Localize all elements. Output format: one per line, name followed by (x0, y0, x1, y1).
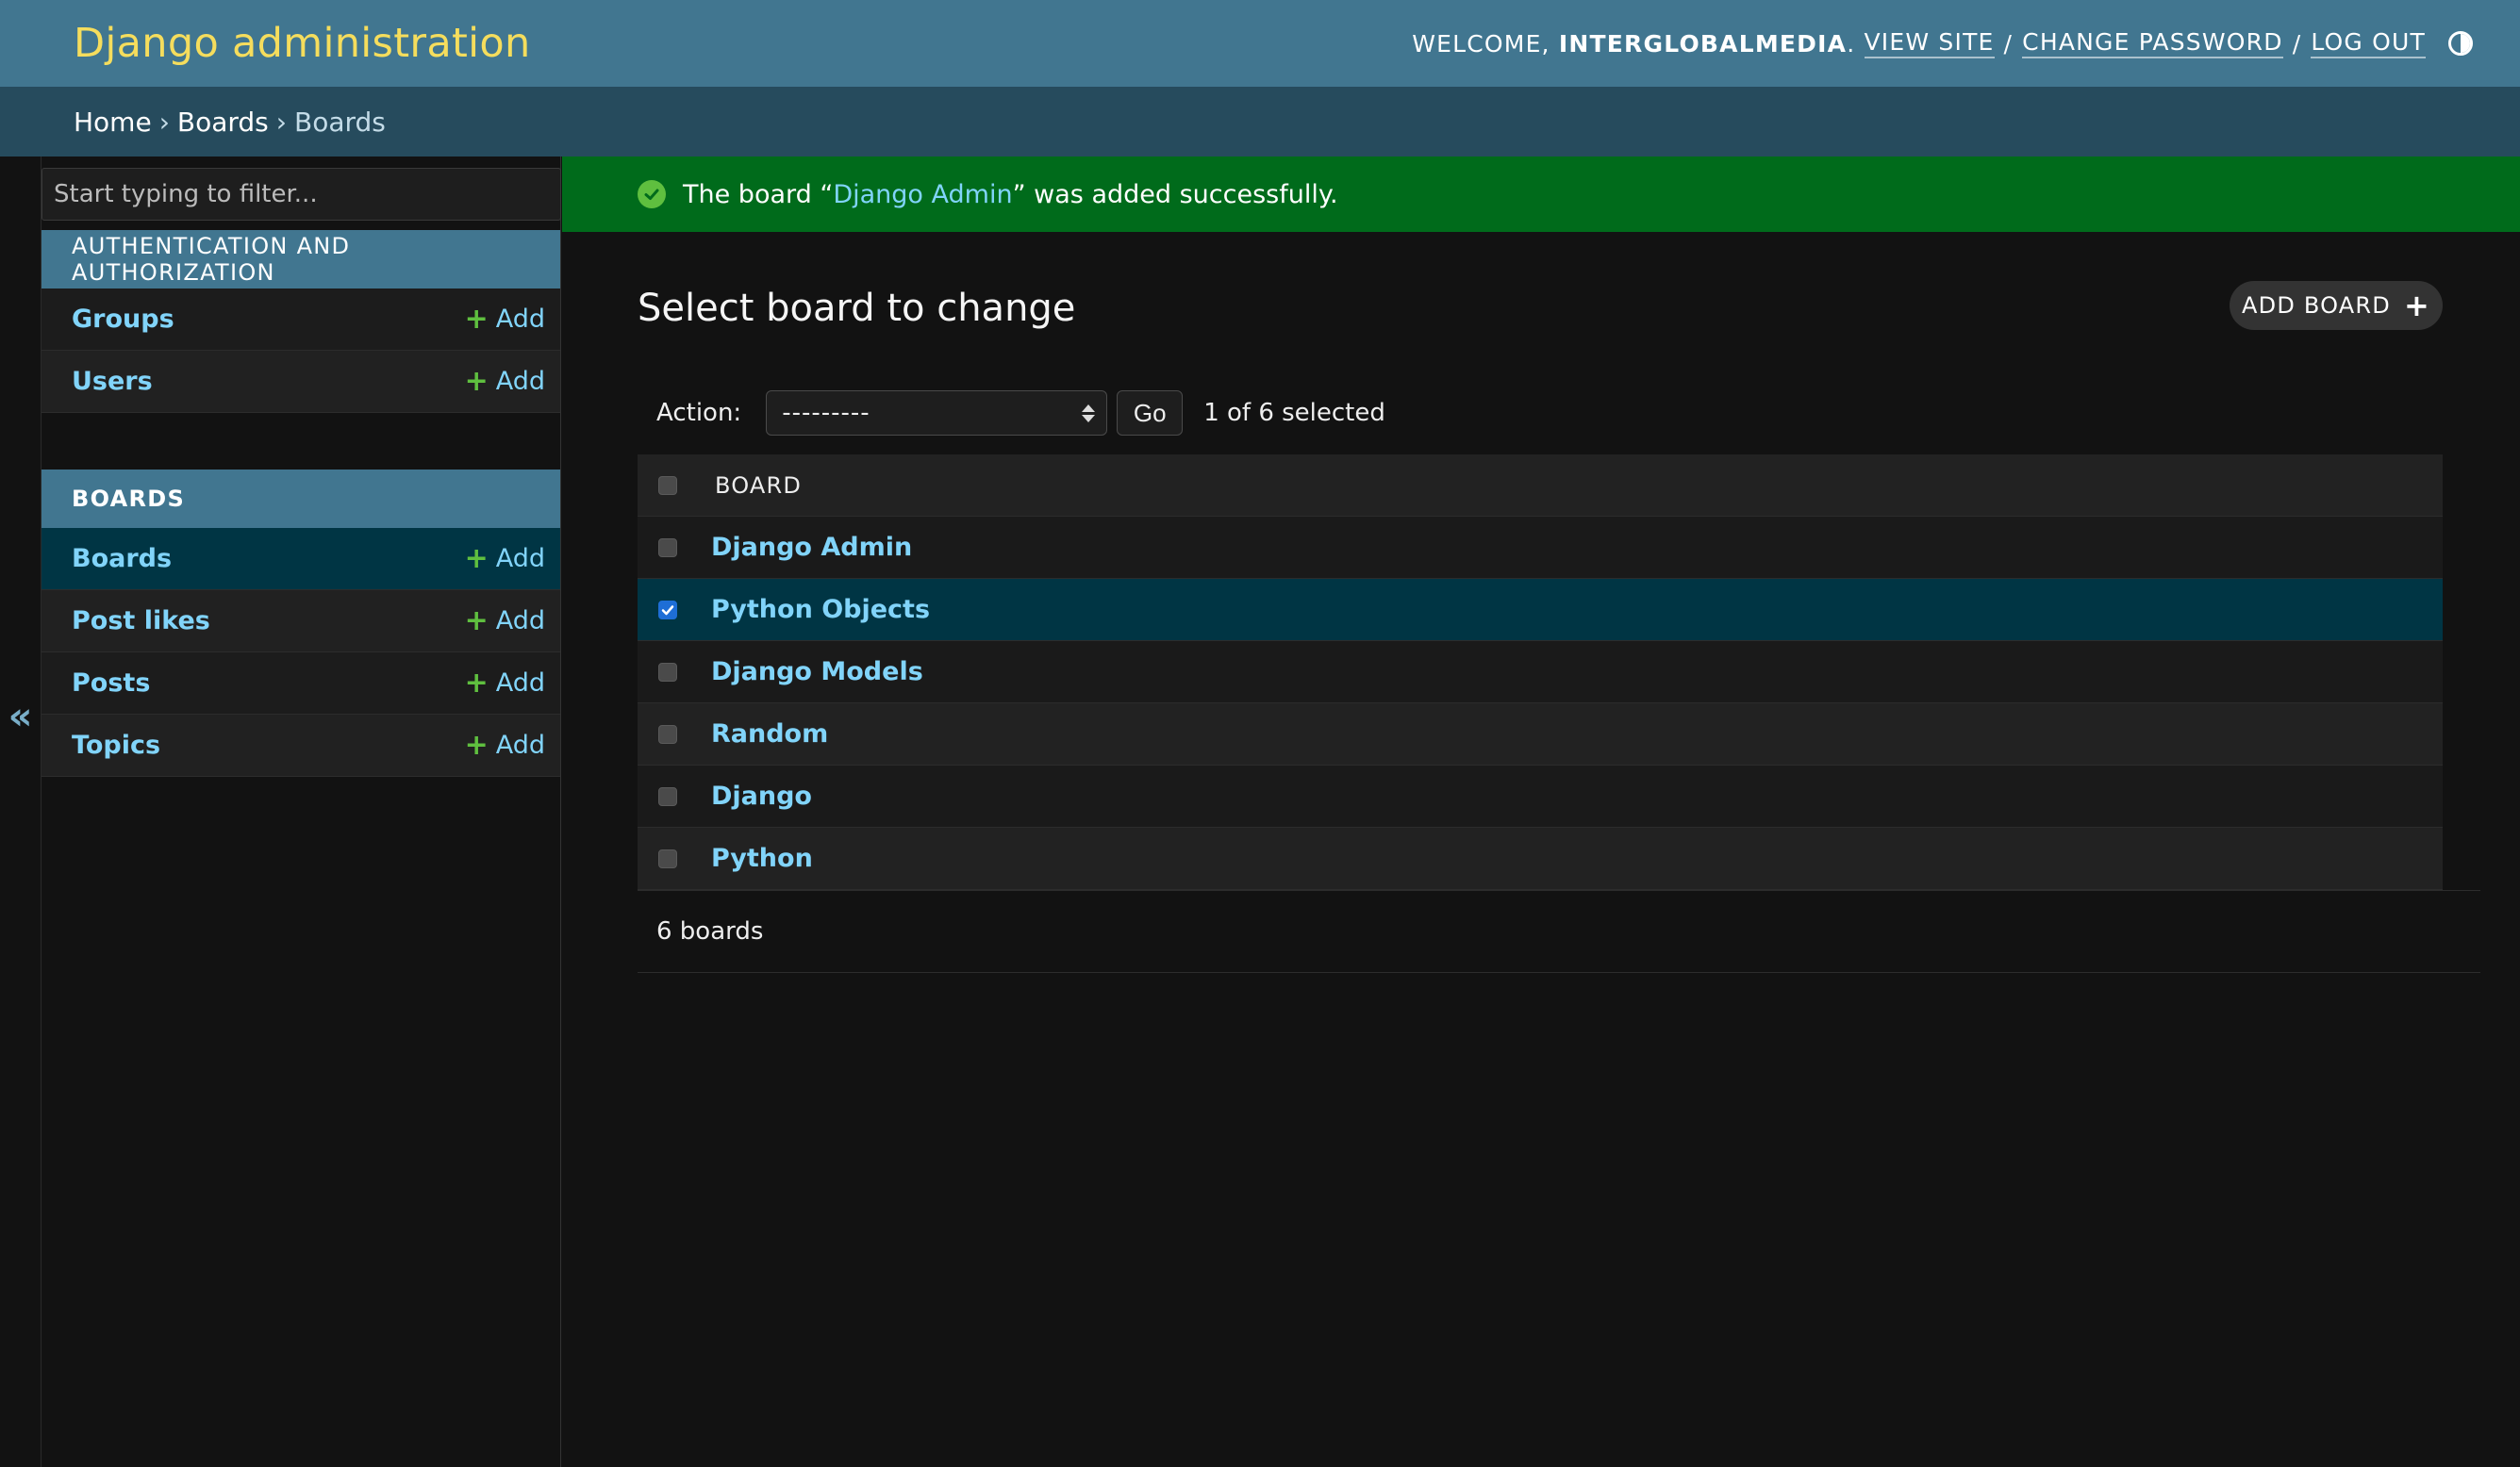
table-row: Django (638, 766, 2443, 828)
welcome-period: . (1847, 29, 1856, 58)
message-board-link[interactable]: Django Admin (833, 180, 1012, 209)
add-board-button[interactable]: Add board + (2230, 281, 2443, 330)
paginator: 6 boards (638, 890, 2480, 973)
boards-add-link[interactable]: + Add (465, 544, 545, 573)
user-tools: Welcome, interglobalmedia. View site / C… (1412, 28, 2473, 58)
sidebar-item-post-likes-link[interactable]: Post likes (72, 606, 210, 635)
module-caption-boards[interactable]: Boards (41, 470, 560, 528)
table-row: Python Objects (638, 579, 2443, 641)
sidebar-item-groups-link[interactable]: Groups (72, 305, 174, 334)
page-title: Select board to change (638, 287, 1076, 330)
row-checkbox[interactable] (658, 849, 677, 868)
posts-add-link[interactable]: + Add (465, 668, 545, 698)
table-header-row: Board (638, 454, 2443, 517)
row-checkbox[interactable] (658, 724, 677, 744)
row-link[interactable]: Django Models (711, 657, 923, 686)
row-link[interactable]: Django (711, 782, 812, 811)
change-password-link[interactable]: Change password (2022, 28, 2283, 58)
sidebar-item-posts-link[interactable]: Posts (72, 668, 150, 698)
row-link[interactable]: Random (711, 719, 828, 749)
table-row: Python (638, 828, 2443, 890)
topics-add-link[interactable]: + Add (465, 731, 545, 760)
sidebar-item-users-link[interactable]: Users (72, 367, 153, 396)
action-counter: 1 of 6 selected (1203, 399, 1385, 427)
groups-add-link[interactable]: + Add (465, 305, 545, 334)
message-suffix: ” was added successfully. (1012, 179, 1338, 209)
success-check-icon (638, 180, 666, 208)
plus-icon: + (464, 302, 489, 336)
view-site-link[interactable]: View site (1864, 28, 1995, 58)
breadcrumb-separator: › (275, 106, 287, 138)
row-checkbox[interactable] (658, 662, 677, 682)
welcome-text: Welcome, (1412, 29, 1550, 58)
user-tools-separator: / (2292, 29, 2302, 58)
add-label: Add (495, 544, 545, 573)
theme-toggle-icon[interactable] (2448, 31, 2473, 56)
module-caption-auth[interactable]: Authentication and Authorization (41, 230, 560, 288)
site-name[interactable]: Django administration (74, 20, 531, 67)
breadcrumb-boards-app[interactable]: Boards (177, 107, 269, 138)
module-auth: Authentication and Authorization Groups … (41, 230, 560, 413)
sidebar-filter-input[interactable] (41, 168, 561, 221)
sidebar: Authentication and Authorization Groups … (41, 157, 561, 1467)
sidebar-item-post-likes: Post likes + Add (41, 590, 560, 652)
plus-icon: + (464, 728, 489, 762)
plus-icon: + (2403, 288, 2430, 323)
sidebar-item-users: Users + Add (41, 351, 560, 413)
breadcrumb-current: Boards (293, 106, 386, 138)
row-checkbox[interactable] (658, 537, 677, 557)
column-header-board[interactable]: Board (715, 472, 802, 499)
plus-icon: + (464, 666, 489, 700)
add-label: Add (495, 731, 545, 760)
add-label: Add (495, 606, 545, 635)
actions-bar: Action: --------- Go 1 of 6 selected (656, 388, 1385, 437)
row-checkbox[interactable] (658, 600, 677, 619)
sidebar-item-topics-link[interactable]: Topics (72, 731, 160, 760)
message-prefix: The board “ (683, 179, 834, 209)
action-label: Action: (656, 399, 742, 427)
breadcrumb-home[interactable]: Home (74, 107, 152, 138)
checkmark-icon (661, 604, 674, 615)
add-label: Add (495, 305, 545, 334)
username: interglobalmedia (1558, 29, 1848, 58)
action-select-value: --------- (782, 399, 870, 427)
go-button[interactable]: Go (1117, 390, 1184, 436)
sidebar-item-boards: Boards + Add (41, 528, 560, 590)
log-out-link[interactable]: Log out (2311, 28, 2426, 58)
row-checkbox[interactable] (658, 786, 677, 806)
result-count: 6 boards (656, 917, 764, 946)
row-link[interactable]: Python Objects (711, 595, 930, 624)
select-arrows-icon (1082, 404, 1096, 422)
table-row: Random (638, 703, 2443, 766)
sidebar-toggle-button[interactable]: « (0, 157, 41, 1467)
row-link[interactable]: Django Admin (711, 533, 912, 562)
sidebar-item-groups: Groups + Add (41, 288, 560, 351)
module-boards: Boards Boards + Add Post likes + Add Posts… (41, 470, 560, 777)
add-label: Add (495, 668, 545, 698)
row-link[interactable]: Python (711, 844, 813, 873)
sidebar-item-boards-link[interactable]: Boards (72, 544, 172, 573)
breadcrumb: Home › Boards › Boards (0, 87, 2520, 157)
add-label: Add (495, 367, 545, 396)
result-list-table: Board Django Admin Python Objects Django… (638, 454, 2443, 890)
plus-icon: + (464, 541, 489, 575)
plus-icon: + (464, 603, 489, 637)
breadcrumb-separator: › (158, 106, 170, 138)
success-message: The board “Django Admin” was added succe… (562, 157, 2520, 232)
user-tools-separator: / (2003, 29, 2014, 58)
table-row: Django Admin (638, 517, 2443, 579)
plus-icon: + (464, 364, 489, 398)
post-likes-add-link[interactable]: + Add (465, 606, 545, 635)
users-add-link[interactable]: + Add (465, 367, 545, 396)
double-chevron-left-icon: « (8, 695, 33, 738)
select-all-checkbox[interactable] (658, 475, 677, 495)
table-row: Django Models (638, 641, 2443, 703)
sidebar-item-posts: Posts + Add (41, 652, 560, 715)
header: Django administration Welcome, interglob… (0, 0, 2520, 87)
add-board-label: Add board (2242, 292, 2391, 319)
action-select[interactable]: --------- (766, 390, 1108, 436)
sidebar-item-topics: Topics + Add (41, 715, 560, 777)
